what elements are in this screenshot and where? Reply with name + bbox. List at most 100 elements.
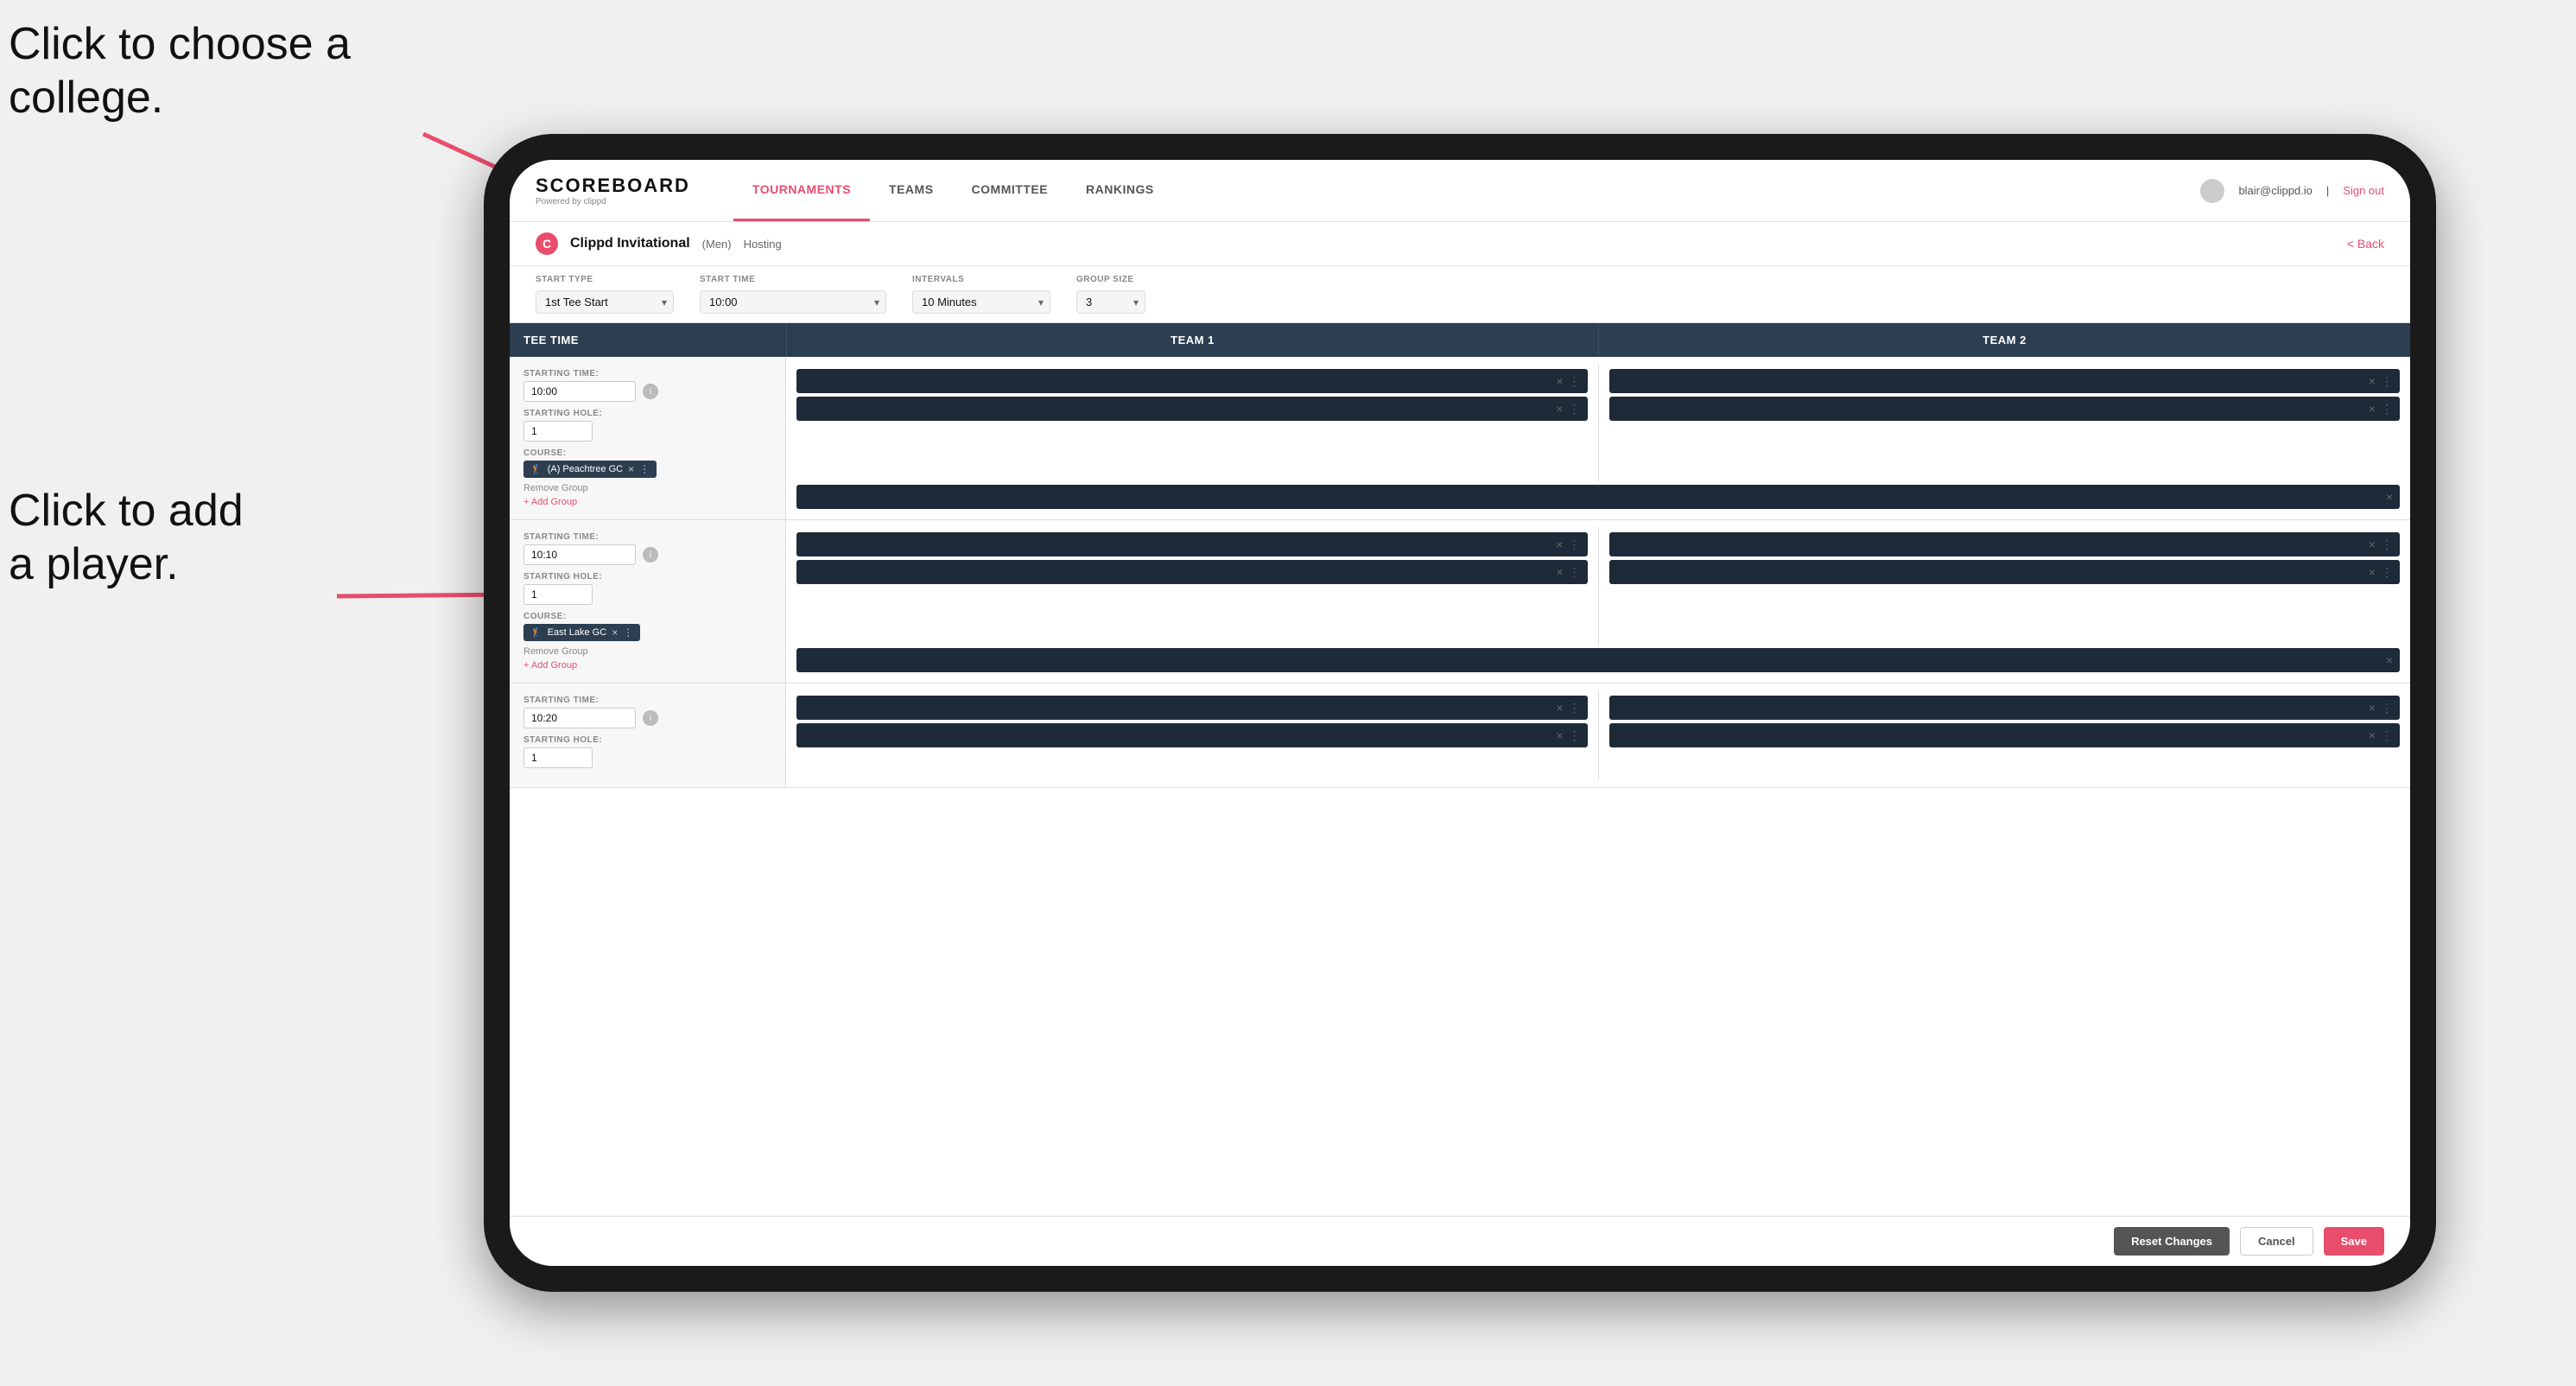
player-edit-icon[interactable]: ⋮ — [1569, 701, 1581, 715]
intervals-label: Intervals — [912, 275, 1050, 284]
group-2-team1-player2[interactable]: × ⋮ — [796, 560, 1588, 584]
group-size-select[interactable]: 3 2 4 — [1076, 290, 1145, 314]
group-1-team1-player1[interactable]: × ⋮ — [796, 369, 1588, 393]
col-team1: Team 1 — [786, 323, 1598, 357]
starting-time-input-2[interactable] — [523, 544, 636, 565]
start-time-select-wrap — [700, 290, 886, 314]
course-name-1: (A) Peachtree GC — [548, 464, 623, 474]
starting-hole-input-2[interactable] — [523, 584, 593, 605]
remove-group-2[interactable]: Remove Group — [523, 646, 771, 657]
player-x-icon[interactable]: × — [1556, 701, 1563, 715]
all-groups: STARTING TIME: i STARTING HOLE: COURSE: — [510, 357, 2410, 1216]
player-x-icon[interactable]: × — [2369, 374, 2376, 388]
group-2-course-row: × — [786, 645, 2410, 676]
player-edit-icon[interactable]: ⋮ — [2381, 402, 2393, 416]
info-icon-2[interactable]: i — [643, 547, 658, 563]
settings-bar: Start Type 1st Tee Start Shotgun Start S… — [510, 266, 2410, 323]
remove-group-1[interactable]: Remove Group — [523, 483, 771, 493]
group-1-team2-player2[interactable]: × ⋮ — [1609, 397, 2401, 421]
group-1-course-row: × — [786, 481, 2410, 512]
info-icon-3[interactable]: i — [643, 710, 658, 726]
player-edit-icon[interactable]: ⋮ — [2381, 728, 2393, 743]
tab-tournaments[interactable]: TOURNAMENTS — [733, 160, 870, 221]
group-3-team2-player1[interactable]: × ⋮ — [1609, 696, 2401, 720]
player-x-icon[interactable]: × — [1556, 565, 1563, 579]
group-1-team1-player2[interactable]: × ⋮ — [796, 397, 1588, 421]
starting-hole-row-2 — [523, 584, 771, 605]
cancel-button[interactable]: Cancel — [2240, 1227, 2313, 1256]
edit-course-2[interactable]: ⋮ — [623, 626, 633, 639]
player-edit-icon[interactable]: ⋮ — [1569, 728, 1581, 743]
starting-time-input-1[interactable] — [523, 381, 636, 402]
group-2-team2-player2[interactable]: × ⋮ — [1609, 560, 2401, 584]
group-size-group: Group Size 3 2 4 — [1076, 275, 1145, 314]
reset-button[interactable]: Reset Changes — [2114, 1227, 2230, 1256]
course-tag-2: 🏌 East Lake GC × ⋮ — [523, 624, 640, 641]
group-3-team1-player1[interactable]: × ⋮ — [796, 696, 1588, 720]
add-group-2[interactable]: + Add Group — [523, 660, 771, 671]
player-edit-icon[interactable]: ⋮ — [2381, 374, 2393, 389]
player-x-icon[interactable]: × — [1556, 374, 1563, 388]
tee-group-3: STARTING TIME: i STARTING HOLE: — [510, 683, 2410, 788]
info-icon-1[interactable]: i — [643, 384, 658, 399]
course-x-icon[interactable]: × — [2386, 490, 2393, 504]
player-x-icon[interactable]: × — [1556, 537, 1563, 551]
group-3-team2-player2[interactable]: × ⋮ — [1609, 723, 2401, 747]
start-type-select[interactable]: 1st Tee Start Shotgun Start — [536, 290, 674, 314]
group-size-select-wrap: 3 2 4 — [1076, 290, 1145, 314]
group-3-left: STARTING TIME: i STARTING HOLE: — [510, 683, 786, 787]
start-time-group: Start Time — [700, 275, 886, 314]
player-edit-icon[interactable]: ⋮ — [1569, 565, 1581, 580]
intervals-select[interactable]: 10 Minutes 8 Minutes — [912, 290, 1050, 314]
group-3-teams: × ⋮ × ⋮ × ⋮ — [786, 690, 2410, 780]
start-time-input[interactable] — [700, 290, 886, 314]
player-x-icon[interactable]: × — [1556, 728, 1563, 742]
starting-hole-input-1[interactable] — [523, 421, 593, 442]
edit-course-1[interactable]: ⋮ — [639, 463, 650, 475]
player-edit-icon[interactable]: ⋮ — [1569, 374, 1581, 389]
player-x-icon[interactable]: × — [2369, 565, 2376, 579]
group-3-team2: × ⋮ × ⋮ — [1599, 690, 2411, 780]
save-button[interactable]: Save — [2324, 1227, 2384, 1256]
group-2-course-slot[interactable]: × — [796, 648, 2400, 672]
player-edit-icon[interactable]: ⋮ — [2381, 565, 2393, 580]
player-x-icon[interactable]: × — [1556, 402, 1563, 416]
starting-hole-label-1: STARTING HOLE: — [523, 409, 771, 418]
remove-course-2[interactable]: × — [612, 626, 618, 639]
group-1-teams: × ⋮ × ⋮ × ⋮ — [786, 364, 2410, 481]
player-x-icon[interactable]: × — [2369, 728, 2376, 742]
player-edit-icon[interactable]: ⋮ — [1569, 537, 1581, 552]
player-x-icon[interactable]: × — [2369, 537, 2376, 551]
tee-group-1: STARTING TIME: i STARTING HOLE: COURSE: — [510, 357, 2410, 520]
group-1-course-slot[interactable]: × — [796, 485, 2400, 509]
tab-committee[interactable]: COMMITTEE — [953, 160, 1068, 221]
starting-time-row-3: i — [523, 708, 771, 728]
tab-teams[interactable]: TEAMS — [870, 160, 953, 221]
course-x-icon[interactable]: × — [2386, 653, 2393, 667]
group-2-team1: × ⋮ × ⋮ — [786, 527, 1599, 645]
group-1-team2-player1[interactable]: × ⋮ — [1609, 369, 2401, 393]
player-x-icon[interactable]: × — [2369, 402, 2376, 416]
starting-hole-input-3[interactable] — [523, 747, 593, 768]
player-edit-icon[interactable]: ⋮ — [2381, 537, 2393, 552]
player-x-icon[interactable]: × — [2369, 701, 2376, 715]
starting-time-input-3[interactable] — [523, 708, 636, 728]
course-tag-icon-1: 🏌 — [530, 464, 542, 475]
group-size-label: Group Size — [1076, 275, 1145, 284]
remove-course-1[interactable]: × — [628, 463, 634, 475]
avatar — [2200, 179, 2224, 203]
back-button[interactable]: < Back — [2347, 237, 2384, 251]
hosting-label: Hosting — [744, 238, 782, 251]
group-2-team1-player1[interactable]: × ⋮ — [796, 532, 1588, 556]
sign-out-link[interactable]: Sign out — [2343, 184, 2384, 197]
add-group-1[interactable]: + Add Group — [523, 497, 771, 507]
tournament-title: Clippd Invitational — [570, 236, 690, 251]
tab-rankings[interactable]: RANKINGS — [1067, 160, 1173, 221]
sub-header: C Clippd Invitational (Men) Hosting < Ba… — [510, 222, 2410, 266]
group-3-team1-player2[interactable]: × ⋮ — [796, 723, 1588, 747]
group-2-team2-player1[interactable]: × ⋮ — [1609, 532, 2401, 556]
col-team2: Team 2 — [1598, 323, 2410, 357]
player-edit-icon[interactable]: ⋮ — [1569, 402, 1581, 416]
player-edit-icon[interactable]: ⋮ — [2381, 701, 2393, 715]
group-1-team2: × ⋮ × ⋮ — [1599, 364, 2411, 481]
